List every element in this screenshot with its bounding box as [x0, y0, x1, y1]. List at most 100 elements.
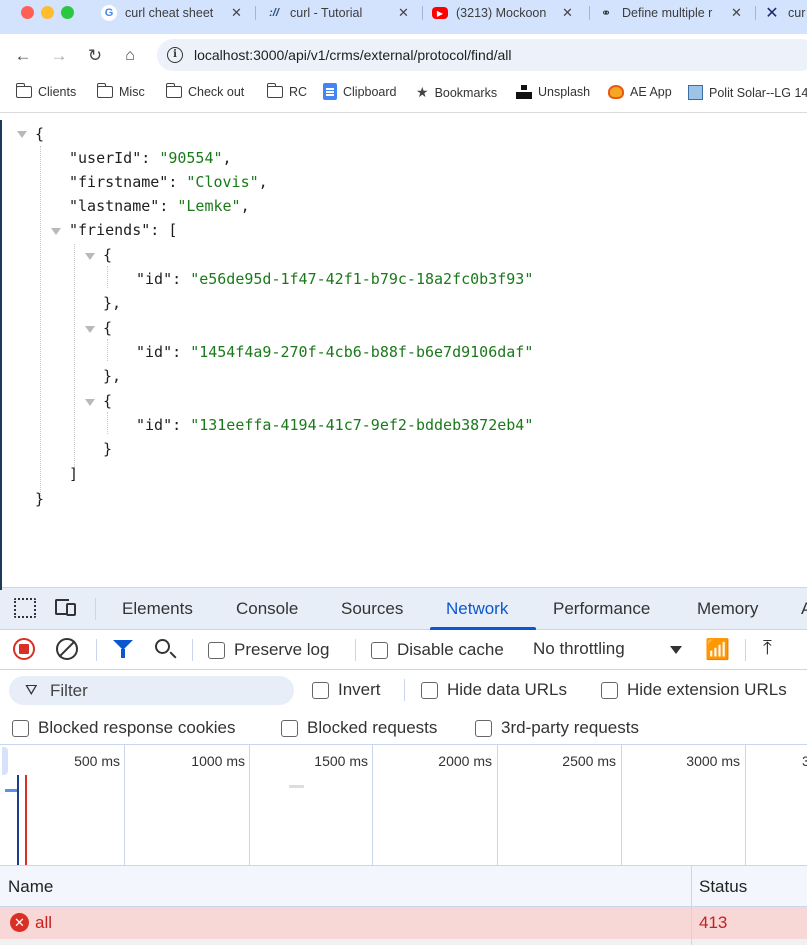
reload-button[interactable]: ↻	[84, 45, 106, 67]
checkbox[interactable]	[371, 641, 388, 659]
third-party-requests-checkbox[interactable]: 3rd-party requests	[475, 718, 639, 738]
address-bar[interactable]: i localhost:3000/api/v1/crms/external/pr…	[157, 39, 807, 71]
browser-tab-strip: G curl cheat sheet ✕ :// curl - Tutorial…	[0, 0, 807, 34]
checkbox[interactable]	[12, 719, 29, 737]
json-bracket: ]	[69, 465, 79, 483]
home-button[interactable]: ⌂	[119, 45, 141, 67]
network-timeline-overview[interactable]: 500 ms 1000 ms 1500 ms 2000 ms 2500 ms 3…	[0, 745, 807, 866]
json-bracket: [	[168, 221, 178, 239]
checkbox[interactable]	[208, 641, 225, 659]
close-tab-icon[interactable]: ✕	[398, 5, 409, 21]
tab-elements[interactable]: Elements	[122, 599, 193, 619]
star-icon: ★	[416, 84, 429, 100]
tab-network[interactable]: Network	[446, 599, 508, 619]
tutorial-icon: ://	[269, 7, 279, 19]
hide-extension-urls-checkbox[interactable]: Hide extension URLs	[601, 680, 787, 700]
hide-data-urls-checkbox[interactable]: Hide data URLs	[421, 680, 567, 700]
indent-guide	[107, 339, 108, 361]
bookmark-item[interactable]: Polit Solar--LG 14	[688, 85, 807, 100]
json-value: "90554"	[159, 149, 223, 167]
bookmark-item[interactable]: ★ Bookmarks	[416, 84, 497, 101]
browser-tab[interactable]: :// curl - Tutorial ✕	[266, 3, 409, 23]
close-tab-icon[interactable]: ✕	[562, 5, 573, 21]
checkbox[interactable]	[421, 681, 438, 699]
search-icon[interactable]	[155, 639, 170, 654]
clear-button[interactable]	[56, 638, 78, 660]
network-conditions-icon[interactable]: 📶	[705, 637, 730, 662]
tab-performance[interactable]: Performance	[553, 599, 650, 619]
checkbox-label: Hide data URLs	[447, 680, 568, 699]
back-button[interactable]: ←	[12, 45, 34, 67]
browser-tab[interactable]: ⚭ Define multiple r ✕	[598, 3, 742, 23]
collapse-triangle-icon[interactable]	[85, 326, 95, 333]
checkbox[interactable]	[281, 719, 298, 737]
json-value: "131eeffa-4194-41c7-9ef2-bddeb3872eb4"	[190, 416, 534, 434]
maximize-window-button[interactable]	[61, 6, 74, 19]
preserve-log-checkbox[interactable]: Preserve log	[208, 640, 329, 660]
bookmark-item[interactable]: Unsplash	[516, 85, 590, 99]
collapse-triangle-icon[interactable]	[85, 253, 95, 260]
minimize-window-button[interactable]	[41, 6, 54, 19]
invert-checkbox[interactable]: Invert	[312, 680, 381, 700]
checkbox-label: Preserve log	[234, 640, 330, 659]
collapse-triangle-icon[interactable]	[51, 228, 61, 235]
arrow-right-icon: →	[50, 46, 68, 65]
bookmark-item[interactable]: Check out	[165, 83, 244, 99]
bookmark-item[interactable]: Misc	[96, 83, 145, 99]
folder-icon	[266, 83, 283, 98]
column-header-status[interactable]: Status	[699, 877, 747, 897]
close-tab-icon[interactable]: ✕	[731, 5, 742, 21]
bookmark-label: Misc	[119, 85, 145, 99]
import-har-icon[interactable]: ⤒	[763, 637, 772, 660]
bookmark-item[interactable]: Clients	[15, 83, 76, 99]
json-brace: },	[103, 294, 122, 312]
filter-icon: ⛛	[25, 682, 38, 699]
tab-application[interactable]: A	[801, 599, 807, 619]
device-toolbar-icon[interactable]	[55, 599, 79, 617]
tab-sources[interactable]: Sources	[341, 599, 403, 619]
tab-separator	[755, 6, 756, 20]
collapse-triangle-icon[interactable]	[17, 131, 27, 138]
collapse-triangle-icon[interactable]	[85, 399, 95, 406]
json-line-userId: "userId": "90554",	[69, 149, 232, 167]
timeline-range-handle[interactable]	[2, 747, 8, 775]
filter-icon[interactable]	[113, 640, 133, 658]
browser-tab[interactable]: ▶ (3213) Mockoon ✕	[432, 3, 573, 23]
url-text[interactable]: localhost:3000/api/v1/crms/external/prot…	[194, 47, 512, 63]
bookmark-item[interactable]: Clipboard	[323, 83, 397, 100]
throttling-select[interactable]: No throttling	[533, 639, 625, 659]
json-key: "id"	[136, 343, 173, 361]
column-header-name[interactable]: Name	[8, 877, 53, 897]
timeline-gridline	[745, 745, 746, 866]
timeline-tick-label: 1500 ms	[314, 753, 368, 769]
stop-recording-button[interactable]	[13, 638, 35, 660]
filter-input[interactable]: ⛛ Filter	[9, 676, 294, 705]
forward-button[interactable]: →	[48, 45, 70, 67]
json-key: "id"	[136, 416, 173, 434]
column-divider[interactable]	[691, 866, 692, 945]
checkbox[interactable]	[475, 719, 492, 737]
inspect-element-icon[interactable]	[14, 598, 36, 618]
request-name[interactable]: all	[35, 913, 52, 933]
folder-icon	[96, 83, 113, 98]
blocked-response-cookies-checkbox[interactable]: Blocked response cookies	[12, 718, 236, 738]
json-brace: {	[103, 392, 113, 410]
tab-memory[interactable]: Memory	[697, 599, 758, 619]
bookmark-label: Bookmarks	[434, 85, 498, 100]
blocked-requests-checkbox[interactable]: Blocked requests	[281, 718, 437, 738]
checkbox[interactable]	[601, 681, 618, 699]
table-row[interactable]: ✕ all 413	[0, 907, 807, 939]
browser-tab[interactable]: G curl cheat sheet ✕	[101, 3, 242, 23]
bookmark-item[interactable]: AE App	[608, 85, 672, 99]
close-tab-icon[interactable]: ✕	[231, 5, 242, 21]
chevron-down-icon[interactable]	[670, 646, 682, 654]
site-info-icon[interactable]: i	[167, 47, 183, 63]
close-window-button[interactable]	[21, 6, 34, 19]
json-line-firstname: "firstname": "Clovis",	[69, 173, 268, 191]
reload-icon: ↻	[87, 46, 103, 65]
tab-console[interactable]: Console	[236, 599, 298, 619]
browser-tab[interactable]: ✕ cur	[764, 3, 807, 23]
checkbox[interactable]	[312, 681, 329, 699]
disable-cache-checkbox[interactable]: Disable cache	[371, 640, 504, 660]
bookmark-item[interactable]: RC	[266, 83, 307, 99]
